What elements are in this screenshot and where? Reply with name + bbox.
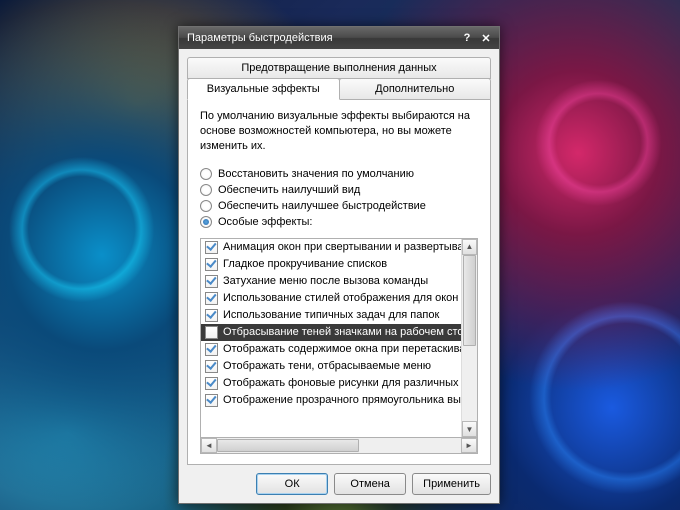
radio-option-2[interactable]: Обеспечить наилучшее быстродействие — [200, 200, 478, 212]
window-title: Параметры быстродействия — [187, 32, 457, 44]
scroll-right-button[interactable]: ► — [461, 438, 477, 453]
checkbox-icon[interactable] — [205, 258, 218, 271]
effect-item[interactable]: Отображение прозрачного прямоугольника в… — [201, 392, 461, 409]
checkbox-icon[interactable] — [205, 241, 218, 254]
effect-item[interactable]: Анимация окон при свертывании и разверты… — [201, 239, 461, 256]
checkbox-icon[interactable] — [205, 377, 218, 390]
effect-label: Отображать фоновые рисунки для различных… — [223, 377, 461, 389]
radio-icon — [200, 216, 212, 228]
checkbox-icon[interactable] — [205, 309, 218, 322]
effect-item[interactable]: Затухание меню после вызова команды — [201, 273, 461, 290]
scroll-track-h[interactable] — [217, 438, 461, 453]
effect-item[interactable]: Использование стилей отображения для око… — [201, 290, 461, 307]
effects-list[interactable]: Анимация окон при свертывании и разверты… — [200, 238, 478, 438]
tab-content: По умолчанию визуальные эффекты выбирают… — [187, 99, 491, 465]
description-text: По умолчанию визуальные эффекты выбирают… — [200, 109, 478, 154]
effect-label: Использование типичных задач для папок — [223, 309, 439, 321]
scroll-thumb-h[interactable] — [217, 439, 359, 452]
tab-dep[interactable]: Предотвращение выполнения данных — [187, 57, 491, 79]
checkbox-icon[interactable] — [205, 292, 218, 305]
radio-label: Особые эффекты: — [218, 216, 312, 228]
scroll-up-button[interactable]: ▲ — [462, 239, 477, 255]
close-button[interactable]: ✕ — [477, 30, 495, 46]
tab-visual-effects[interactable]: Визуальные эффекты — [187, 78, 340, 100]
performance-options-dialog: Параметры быстродействия ? ✕ Предотвраще… — [178, 26, 500, 504]
checkbox-icon[interactable] — [205, 343, 218, 356]
radio-icon — [200, 168, 212, 180]
radio-icon — [200, 200, 212, 212]
button-row: ОК Отмена Применить — [187, 465, 491, 497]
dialog-body: Предотвращение выполнения данных Визуаль… — [179, 49, 499, 503]
effect-label: Отбрасывание теней значками на рабочем с… — [223, 326, 461, 338]
tab-row: Визуальные эффекты Дополнительно — [187, 78, 491, 100]
cancel-button[interactable]: Отмена — [334, 473, 406, 495]
effect-label: Отображать содержимое окна при перетаски… — [223, 343, 461, 355]
scroll-thumb[interactable] — [463, 255, 476, 347]
help-button[interactable]: ? — [458, 30, 476, 46]
checkbox-icon[interactable] — [205, 326, 218, 339]
radio-icon — [200, 184, 212, 196]
scroll-down-button[interactable]: ▼ — [462, 421, 477, 437]
radio-label: Восстановить значения по умолчанию — [218, 168, 414, 180]
titlebar[interactable]: Параметры быстродействия ? ✕ — [179, 27, 499, 49]
effect-item[interactable]: Отображать тени, отбрасываемые меню — [201, 358, 461, 375]
checkbox-icon[interactable] — [205, 360, 218, 373]
checkbox-icon[interactable] — [205, 394, 218, 407]
scroll-track[interactable] — [462, 255, 477, 421]
effect-label: Отображение прозрачного прямоугольника в… — [223, 394, 461, 406]
radio-group: Восстановить значения по умолчанию Обеспе… — [200, 164, 478, 232]
effect-label: Использование стилей отображения для око… — [223, 292, 461, 304]
effect-item[interactable]: Использование типичных задач для папок — [201, 307, 461, 324]
ok-button[interactable]: ОК — [256, 473, 328, 495]
effect-label: Гладкое прокручивание списков — [223, 258, 387, 270]
apply-button[interactable]: Применить — [412, 473, 491, 495]
effect-item[interactable]: Отображать содержимое окна при перетаски… — [201, 341, 461, 358]
radio-option-3[interactable]: Особые эффекты: — [200, 216, 478, 228]
vertical-scrollbar[interactable]: ▲ ▼ — [461, 239, 477, 437]
radio-option-0[interactable]: Восстановить значения по умолчанию — [200, 168, 478, 180]
close-icon: ✕ — [481, 32, 490, 45]
effect-label: Отображать тени, отбрасываемые меню — [223, 360, 431, 372]
radio-option-1[interactable]: Обеспечить наилучший вид — [200, 184, 478, 196]
effect-item[interactable]: Гладкое прокручивание списков — [201, 256, 461, 273]
tab-advanced[interactable]: Дополнительно — [339, 78, 492, 100]
radio-label: Обеспечить наилучшее быстродействие — [218, 200, 426, 212]
effect-item[interactable]: Отображать фоновые рисунки для различных… — [201, 375, 461, 392]
effect-label: Затухание меню после вызова команды — [223, 275, 428, 287]
scroll-left-button[interactable]: ◄ — [201, 438, 217, 453]
horizontal-scrollbar[interactable]: ◄ ► — [200, 438, 478, 454]
radio-label: Обеспечить наилучший вид — [218, 184, 360, 196]
effect-label: Анимация окон при свертывании и разверты… — [223, 241, 461, 253]
checkbox-icon[interactable] — [205, 275, 218, 288]
effect-item[interactable]: Отбрасывание теней значками на рабочем с… — [201, 324, 461, 341]
